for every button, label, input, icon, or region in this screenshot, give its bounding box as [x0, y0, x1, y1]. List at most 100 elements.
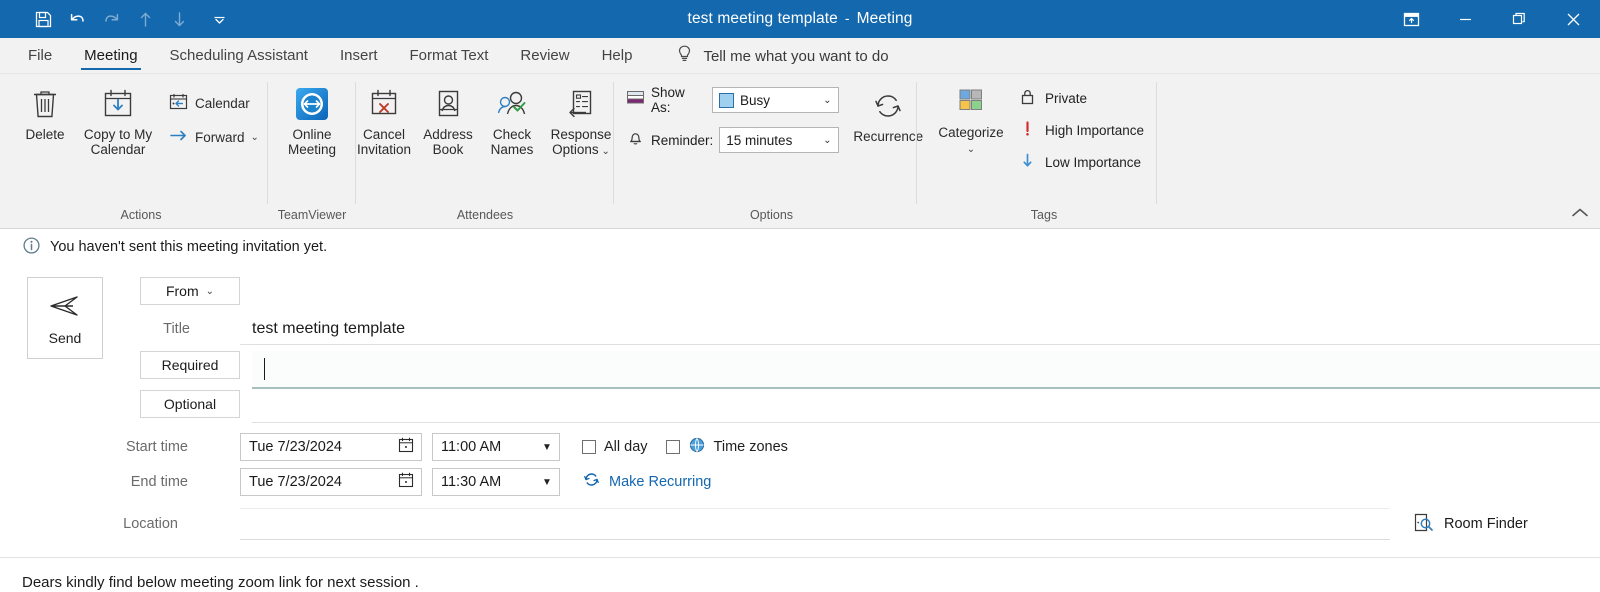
calendar-picker-icon[interactable] [397, 436, 415, 458]
address-book-label: Address Book [423, 127, 473, 157]
customize-quick-access-toolbar-icon[interactable] [202, 4, 236, 34]
next-item-icon[interactable] [162, 4, 196, 34]
private-button[interactable]: Private [1019, 84, 1144, 112]
minimize-button[interactable] [1438, 0, 1492, 38]
copy-to-my-calendar-button[interactable]: Copy to My Calendar [76, 82, 160, 159]
required-button[interactable]: Required [140, 351, 240, 379]
start-time-input[interactable]: 11:00 AM ▼ [432, 433, 560, 461]
calendar-button[interactable]: Calendar [164, 90, 263, 116]
outlook-meeting-window: test meeting template - Meeting File Meeti… [0, 0, 1600, 592]
end-time-input[interactable]: 11:30 AM ▼ [432, 468, 560, 496]
tell-me-search[interactable]: Tell me what you want to do [676, 39, 889, 73]
optional-input[interactable] [252, 390, 1600, 423]
low-importance-button[interactable]: Low Importance [1019, 148, 1144, 176]
chevron-down-icon[interactable]: ⌄ [206, 286, 214, 297]
tab-file[interactable]: File [12, 39, 68, 73]
chevron-down-icon[interactable]: ⌄ [251, 132, 259, 143]
ribbon-group-actions: Delete Copy to My Calendar Calendar Forw… [0, 74, 268, 228]
low-importance-label: Low Importance [1045, 154, 1142, 170]
redo-icon[interactable] [94, 4, 128, 34]
room-finder-button[interactable]: Room Finder [1412, 512, 1528, 537]
lock-icon [1019, 87, 1036, 109]
all-day-checkbox[interactable]: All day [582, 439, 648, 455]
delete-label: Delete [25, 127, 65, 142]
window-controls [1384, 0, 1600, 38]
close-button[interactable] [1546, 0, 1600, 38]
show-as-label: Show As: [651, 85, 685, 115]
ribbon-display-options-icon[interactable] [1384, 0, 1438, 38]
meeting-body[interactable]: Dears kindly find below meeting zoom lin… [0, 557, 1600, 592]
chevron-down-icon[interactable]: ▼ [539, 442, 555, 453]
tab-scheduling-assistant[interactable]: Scheduling Assistant [154, 39, 324, 73]
room-finder-icon [1412, 512, 1434, 537]
response-options-button[interactable]: Response Options ⌄ [545, 82, 617, 161]
chevron-down-icon[interactable]: ▼ [539, 477, 555, 488]
location-input[interactable] [240, 508, 1390, 540]
info-bar-message: You haven't sent this meeting invitation… [50, 239, 328, 255]
start-date-input[interactable]: Tue 7/23/2024 [240, 433, 422, 461]
all-day-label: All day [604, 439, 648, 455]
undo-icon[interactable] [60, 4, 94, 34]
chevron-down-icon[interactable]: ⌄ [818, 95, 836, 106]
show-as-row: Show As: Busy ⌄ [626, 84, 840, 116]
lightbulb-icon [676, 44, 693, 69]
save-icon[interactable] [26, 4, 60, 34]
tab-review[interactable]: Review [504, 39, 585, 73]
forward-label: Forward [195, 129, 245, 145]
title-input[interactable]: test meeting template [240, 313, 1600, 345]
required-input[interactable] [252, 351, 1600, 389]
time-zones-label: Time zones [713, 439, 788, 455]
tab-help[interactable]: Help [586, 39, 649, 73]
high-importance-icon [1019, 119, 1036, 141]
forward-button[interactable]: Forward ⌄ [164, 124, 263, 150]
recurrence-icon [870, 86, 906, 126]
low-importance-icon [1019, 151, 1036, 173]
check-names-button[interactable]: Check Names [481, 82, 543, 159]
reminder-label: Reminder: [651, 132, 714, 148]
delete-button[interactable]: Delete [14, 82, 76, 144]
show-as-icon [626, 89, 645, 111]
start-date-value: Tue 7/23/2024 [249, 439, 342, 455]
from-label: From [165, 283, 199, 299]
end-date-value: Tue 7/23/2024 [249, 474, 342, 490]
chevron-down-icon[interactable]: ⌄ [599, 146, 609, 157]
make-recurring-button[interactable]: Make Recurring [582, 470, 711, 494]
show-as-dropdown[interactable]: Busy ⌄ [712, 87, 840, 113]
categorize-button[interactable]: Categorize ⌄ [931, 80, 1011, 159]
window-title: test meeting template - Meeting [0, 10, 1600, 28]
address-book-button[interactable]: Address Book [417, 82, 479, 159]
check-names-label: Check Names [490, 127, 534, 157]
response-options-icon [564, 84, 598, 124]
tab-format-text[interactable]: Format Text [393, 39, 504, 73]
ribbon-group-tags-label: Tags [1030, 208, 1058, 222]
time-zones-checkbox[interactable]: Time zones [665, 436, 788, 458]
tab-insert[interactable]: Insert [324, 39, 394, 73]
end-date-input[interactable]: Tue 7/23/2024 [240, 468, 422, 496]
categorize-label: Categorize ⌄ [938, 125, 1004, 155]
cancel-invitation-button[interactable]: Cancel Invitation [353, 82, 415, 159]
collapse-ribbon-icon[interactable] [1570, 207, 1590, 222]
chevron-down-icon[interactable]: ⌄ [818, 135, 836, 146]
calendar-picker-icon[interactable] [397, 471, 415, 493]
show-as-value: Busy [740, 92, 771, 108]
make-recurring-label: Make Recurring [609, 474, 712, 490]
cancel-invitation-label: Cancel Invitation [356, 127, 412, 157]
chevron-down-icon[interactable]: ⌄ [967, 144, 975, 155]
ribbon-tab-bar: File Meeting Scheduling Assistant Insert… [0, 38, 1600, 74]
copy-to-my-calendar-label: Copy to My Calendar [83, 127, 153, 157]
optional-button[interactable]: Optional [140, 390, 240, 418]
bell-icon [626, 128, 645, 152]
from-button[interactable]: From ⌄ [140, 277, 240, 305]
busy-color-swatch [719, 92, 734, 108]
recurrence-button[interactable]: Recurrence [849, 84, 927, 146]
online-meeting-button[interactable]: Online Meeting [277, 82, 347, 159]
restore-button[interactable] [1492, 0, 1546, 38]
recurring-icon [582, 470, 601, 494]
high-importance-button[interactable]: High Importance [1019, 116, 1144, 144]
tab-meeting[interactable]: Meeting [68, 39, 153, 73]
ribbon-group-teamviewer-label: TeamViewer [277, 208, 347, 222]
reminder-dropdown[interactable]: 15 minutes ⌄ [719, 127, 840, 153]
body-line: Dears kindly find below meeting zoom lin… [22, 574, 419, 591]
optional-label: Optional [163, 396, 217, 412]
previous-item-icon[interactable] [128, 4, 162, 34]
